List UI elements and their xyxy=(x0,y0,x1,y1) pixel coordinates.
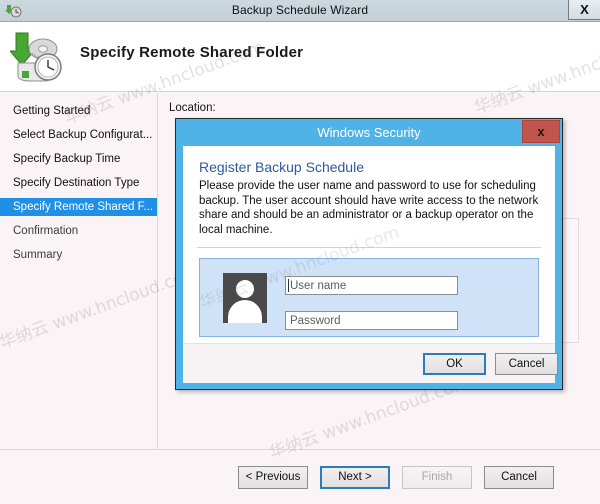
avatar-body xyxy=(228,300,262,323)
wizard-footer: < Previous Next > Finish Cancel xyxy=(0,449,600,504)
backup-disk-clock-icon xyxy=(8,27,66,85)
sidebar-item-specify-backup-time[interactable]: Specify Backup Time xyxy=(0,150,157,168)
password-input[interactable] xyxy=(285,311,458,330)
dialog-titlebar: Windows Security x xyxy=(176,119,562,146)
dialog-heading: Register Backup Schedule xyxy=(199,159,364,175)
page-title: Specify Remote Shared Folder xyxy=(80,44,304,61)
sidebar-item-summary[interactable]: Summary xyxy=(0,246,157,264)
location-label: Location: xyxy=(169,102,216,114)
cancel-button[interactable]: Cancel xyxy=(484,466,554,489)
dialog-footer: OK Cancel xyxy=(183,344,558,383)
sidebar-item-confirmation[interactable]: Confirmation xyxy=(0,222,157,240)
backup-schedule-wizard-window: Backup Schedule Wizard X Specify Remote … xyxy=(0,0,600,504)
previous-button[interactable]: < Previous xyxy=(238,466,308,489)
window-titlebar: Backup Schedule Wizard X xyxy=(0,0,600,22)
sidebar-item-select-backup-config[interactable]: Select Backup Configurat... xyxy=(0,126,157,144)
dialog-close-button[interactable]: x xyxy=(522,120,560,143)
wizard-header: Specify Remote Shared Folder xyxy=(0,22,600,92)
avatar-head xyxy=(236,280,254,298)
dialog-description: Please provide the user name and passwor… xyxy=(199,180,539,236)
text-caret xyxy=(288,279,289,292)
wizard-step-sidebar: Getting Started Select Backup Configurat… xyxy=(0,93,158,449)
next-button[interactable]: Next > xyxy=(320,466,390,489)
user-avatar-icon xyxy=(223,273,267,323)
sidebar-item-getting-started[interactable]: Getting Started xyxy=(0,102,157,120)
dialog-title: Windows Security xyxy=(317,125,421,140)
windows-security-dialog: Windows Security x Register Backup Sched… xyxy=(175,118,563,390)
dialog-divider xyxy=(197,247,541,248)
window-close-button[interactable]: X xyxy=(568,0,600,20)
window-title: Backup Schedule Wizard xyxy=(231,3,369,17)
dialog-body: Register Backup Schedule Please provide … xyxy=(183,146,558,383)
credentials-box xyxy=(199,258,539,337)
sidebar-item-specify-remote-share[interactable]: Specify Remote Shared F... xyxy=(0,198,157,216)
finish-button: Finish xyxy=(402,466,472,489)
dialog-ok-button[interactable]: OK xyxy=(423,353,486,375)
sidebar-item-specify-destination[interactable]: Specify Destination Type xyxy=(0,174,157,192)
dialog-cancel-button[interactable]: Cancel xyxy=(495,353,558,375)
username-input[interactable] xyxy=(285,276,458,295)
